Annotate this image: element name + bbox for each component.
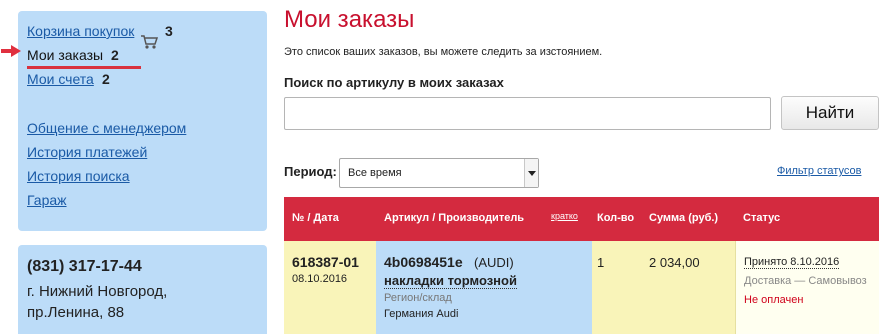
status-payment: Не оплачен <box>744 294 804 306</box>
sidebar-item-orders[interactable]: Мои заказы <box>27 47 103 63</box>
sidebar-item-payment-history[interactable]: История платежей <box>27 144 147 160</box>
contact-phone: (831) 317-17-44 <box>27 258 142 275</box>
period-select[interactable]: Все время <box>339 158 539 188</box>
orders-count: 2 <box>111 47 119 63</box>
dropdown-arrow-icon <box>524 159 538 187</box>
column-header-article: Артикул / Производитель <box>384 212 525 224</box>
table-row: 618387-01 08.10.2016 4b0698451e (AUDI) н… <box>284 241 879 334</box>
contact-street: пр.Ленина, 88 <box>27 304 125 321</box>
order-sum: 2 034,00 <box>649 255 700 270</box>
search-button[interactable]: Найти <box>781 96 879 130</box>
article-name[interactable]: накладки тормозной <box>384 273 517 289</box>
active-item-underline <box>27 66 141 69</box>
invoices-count: 2 <box>102 71 110 87</box>
cart-icon <box>141 35 158 49</box>
column-header-status: Статус <box>743 212 781 224</box>
status-accepted[interactable]: Принято 8.10.2016 <box>744 256 840 269</box>
sidebar-nav: Корзина покупок 3 Мои заказы 2 Мои счета… <box>18 11 267 231</box>
order-qty: 1 <box>597 255 605 270</box>
period-label: Период: <box>284 164 337 179</box>
cart-count: 3 <box>165 23 173 39</box>
sidebar-item-cart[interactable]: Корзина покупок <box>27 23 134 39</box>
sidebar-item-search-history[interactable]: История поиска <box>27 168 130 184</box>
orders-table: № / Дата Артикул / Производитель кратко … <box>284 197 879 334</box>
sidebar-item-invoices[interactable]: Мои счета <box>27 71 94 87</box>
sidebar-item-manager-chat[interactable]: Общение с менеджером <box>27 120 186 136</box>
order-date: 08.10.2016 <box>292 273 348 285</box>
table-header: № / Дата Артикул / Производитель кратко … <box>284 197 879 241</box>
contact-city: г. Нижний Новгород, <box>27 283 168 300</box>
column-header-qty: Кол-во <box>597 212 635 224</box>
article-brand: (AUDI) <box>474 255 514 270</box>
status-cell <box>735 241 879 334</box>
order-number[interactable]: 618387-01 <box>292 254 359 270</box>
search-label: Поиск по артикулу в моих заказах <box>284 75 504 90</box>
sidebar-item-garage[interactable]: Гараж <box>27 192 67 208</box>
status-delivery: Доставка — Самовывоз <box>744 275 867 287</box>
article-number[interactable]: 4b0698451e <box>384 254 463 270</box>
page-title: Мои заказы <box>284 6 415 33</box>
region-label: Регион/склад <box>384 292 452 304</box>
article-search-input[interactable] <box>284 97 771 130</box>
column-header-number-date: № / Дата <box>292 212 339 224</box>
region-value: Германия Audi <box>384 308 459 320</box>
intro-text: Это список ваших заказов, вы можете след… <box>284 46 603 58</box>
column-header-sum: Сумма (руб.) <box>649 212 719 224</box>
period-select-value: Все время <box>348 167 402 179</box>
red-arrow-icon <box>1 45 21 57</box>
contact-box: (831) 317-17-44 г. Нижний Новгород, пр.Л… <box>18 245 267 334</box>
status-filter-link[interactable]: Фильтр статусов <box>777 165 861 177</box>
article-short-toggle[interactable]: кратко <box>551 211 578 221</box>
